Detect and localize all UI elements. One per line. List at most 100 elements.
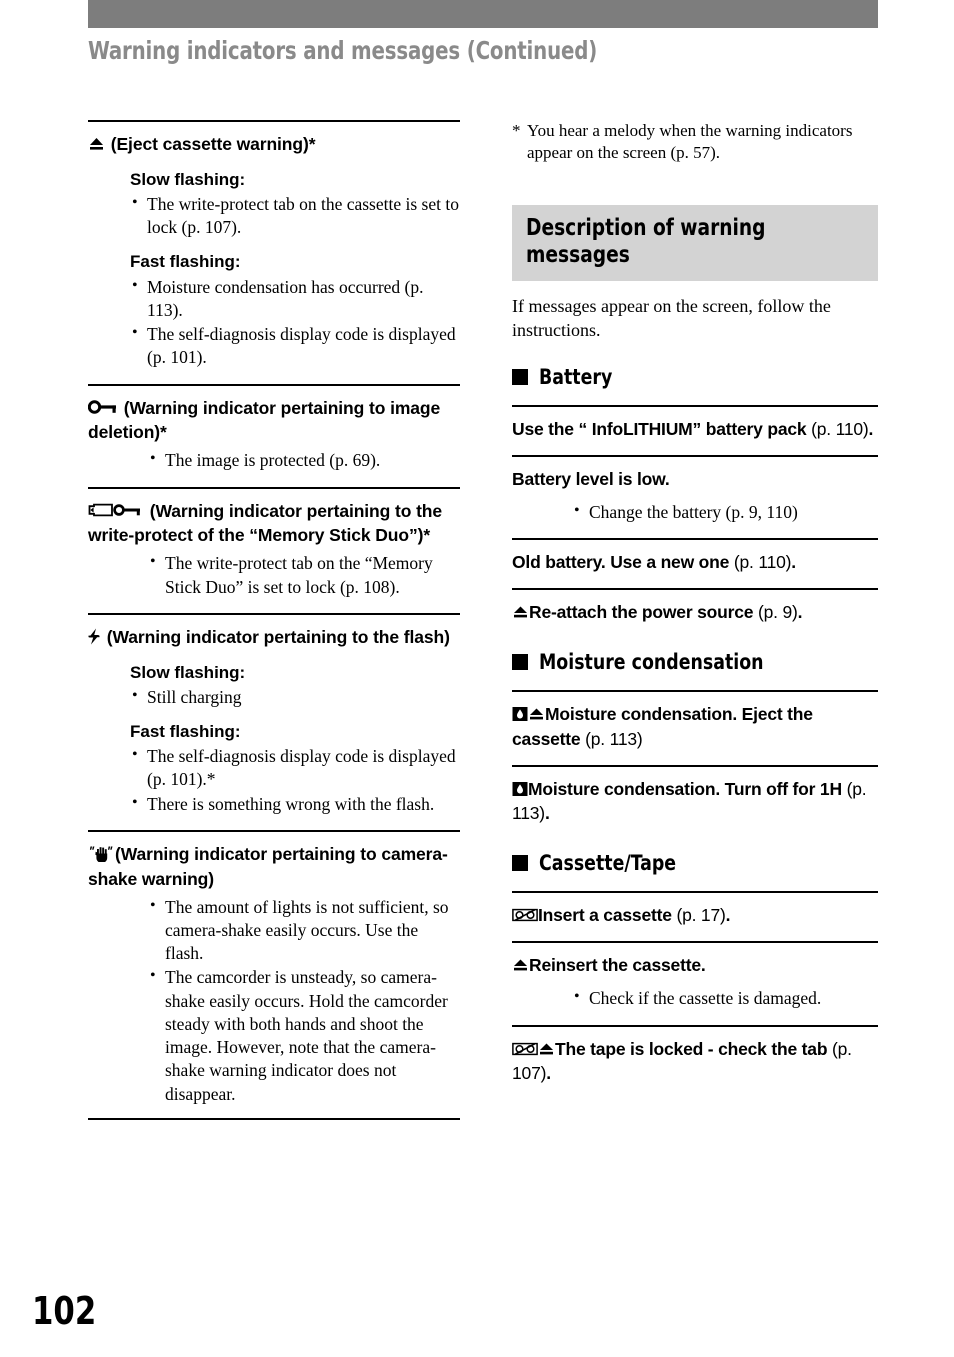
message-bold: Moisture condensation. Eject the cassett… [512,704,813,749]
bullet-list: The image is protected (p. 69). [150,448,460,472]
indicator-heading-text: (Warning indicator pertaining to image d… [88,397,441,443]
message-entry: Reinsert the cassette. Check if the cass… [512,941,878,1010]
list-item: There is something wrong with the flash. [132,792,460,816]
message-text: Re-attach the power source (p. 9). [512,600,878,624]
cassette-icon [512,1041,538,1057]
key-icon [88,399,118,416]
indicator-heading-text: (Warning indicator pertaining to camera-… [88,843,448,889]
message-trailing: . [797,602,803,623]
bullet-list: Moisture condensation has occurred (p. 1… [132,275,460,370]
page-reference: (p. 9) [757,602,798,623]
footnote-marker: * [512,121,521,140]
message-entry: The tape is locked - check the tab (p. 1… [512,1024,878,1085]
message-divider [512,941,878,944]
page-reference: (p. 17) [676,905,726,926]
page-number: 102 [32,1289,97,1333]
message-divider [512,690,878,693]
eject-icon [538,1041,555,1057]
list-item: Check if the cassette is damaged. [574,986,878,1010]
section-title: Description of warning messages [526,214,766,268]
square-bullet-icon [512,855,528,872]
cassette-icon [512,907,538,923]
message-text: Old battery. Use a new one (p. 110). [512,550,878,574]
message-text: The tape is locked - check the tab (p. 1… [512,1037,878,1085]
section-title-box: Description of warning messages [512,204,878,282]
message-text: Moisture condensation. Turn off for 1H (… [512,777,878,825]
indicator-heading: (Warning indicator pertaining to the wri… [88,499,460,549]
section-flash: (Warning indicator pertaining to the fla… [88,612,460,816]
section-divider [88,383,460,386]
message-trailing: . [791,552,796,573]
message-bold: Old battery. Use a new one [512,552,730,573]
message-trailing: . [868,418,874,439]
category-label: Cassette/Tape [539,851,677,876]
list-item: The camcorder is unsteady, so camera-sha… [150,965,460,1106]
bullet-list: The self-diagnosis display code is displ… [132,744,460,816]
message-text: Battery level is low. [512,467,878,491]
bullet-list: Still charging [132,685,460,709]
message-divider [512,891,878,894]
camera-shake-hand-icon [88,845,114,862]
bullet-list: The write-protect tab on the cassette is… [132,192,460,240]
category-label: Moisture condensation [539,650,764,675]
section-divider [88,612,460,615]
message-text: Insert a cassette (p. 17). [512,903,878,927]
eject-icon [512,604,529,620]
category-heading-battery: Battery [512,365,878,389]
section-image-deletion: (Warning indicator pertaining to image d… [88,383,460,473]
subheading-fast-flashing: Fast flashing: [130,722,241,741]
message-divider [512,588,878,591]
square-bullet-icon [512,368,528,385]
moisture-icon [512,706,528,722]
category-heading-cassette-tape: Cassette/Tape [512,851,878,875]
message-entry: Re-attach the power source (p. 9). [512,588,878,624]
bullet-list: The write-protect tab on the “Memory Sti… [150,551,460,599]
message-text: Moisture condensation. Eject the cassett… [512,702,878,750]
list-item: Change the battery (p. 9, 110) [574,500,878,524]
message-bold: Insert a cassette [538,905,672,926]
section-divider [88,120,460,122]
section-camera-shake: (Warning indicator pertaining to camera-… [88,829,460,1120]
indicator-heading: (Eject cassette warning)* [88,132,460,157]
section-memory-stick-write-protect: (Warning indicator pertaining to the wri… [88,486,460,599]
message-bold: Reinsert the cassette. [529,955,706,976]
category-heading-moisture-condensation: Moisture condensation [512,650,878,674]
page-reference: (p. 110) [811,418,869,439]
message-text: Reinsert the cassette. [512,953,878,977]
eject-icon [88,136,105,152]
message-bold: The tape is locked - check the tab [555,1038,828,1059]
message-trailing: . [544,802,550,823]
message-text: Use the “ InfoLITHIUM” battery pack (p. … [512,417,878,441]
right-column: * You hear a melody when the warning indi… [512,120,878,1099]
memory-stick-key-icon [88,502,144,519]
indicator-heading: (Warning indicator pertaining to the fla… [88,625,460,650]
message-trailing: . [546,1062,551,1083]
message-entry: Use the “ InfoLITHIUM” battery pack (p. … [512,404,878,441]
message-bold: Re-attach the power source [529,602,754,623]
message-entry: Moisture condensation. Turn off for 1H (… [512,764,878,825]
flash-icon [88,628,101,645]
list-item: The write-protect tab on the cassette is… [132,192,460,240]
section-divider [88,829,460,832]
message-bold: Use the “ InfoLITHIUM” battery pack [512,418,807,439]
list-item: The amount of lights is not sufficient, … [150,895,460,966]
page-reference: (p. 113) [585,728,643,749]
message-entry: Battery level is low. Change the battery… [512,454,878,524]
list-item: The self-diagnosis display code is displ… [132,744,460,792]
list-item: Still charging [132,685,460,709]
eject-icon [512,957,529,973]
page-title: Warning indicators and messages (Continu… [88,36,598,65]
footnote: * You hear a melody when the warning indi… [512,120,878,165]
message-bold: Battery level is low. [512,468,670,489]
message-bold: Moisture condensation. Turn off for 1H [528,778,842,799]
message-entry: Old battery. Use a new one (p. 110). [512,538,878,574]
list-item: The write-protect tab on the “Memory Sti… [150,551,460,599]
bullet-list: Change the battery (p. 9, 110) [574,500,878,524]
list-item: The self-diagnosis display code is displ… [132,322,460,370]
indicator-heading-text: (Warning indicator pertaining to the fla… [102,626,450,647]
intro-text: If messages appear on the screen, follow… [512,296,831,340]
square-bullet-icon [512,654,528,671]
left-column: (Eject cassette warning)* Slow flashing:… [88,120,460,1134]
message-divider [512,404,878,407]
section-divider [88,1117,460,1120]
